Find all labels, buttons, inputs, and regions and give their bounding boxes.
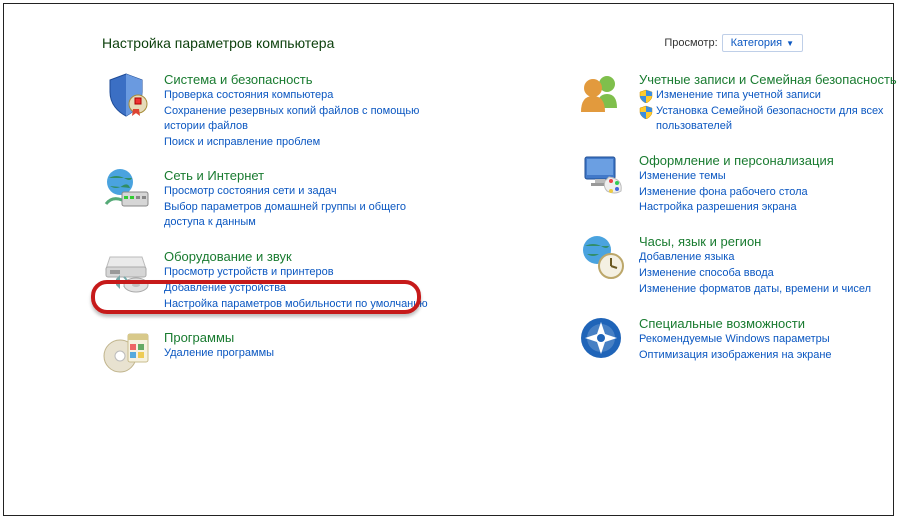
category-title[interactable]: Система и безопасность	[164, 72, 447, 87]
category-ease: Специальные возможности Рекомендуемые Wi…	[577, 314, 897, 364]
uac-shield-icon	[639, 105, 653, 119]
category-body: Система и безопасность Проверка состояни…	[164, 70, 447, 150]
category-link[interactable]: Рекомендуемые Windows параметры	[639, 332, 897, 347]
category-link[interactable]: Настройка разрешения экрана	[639, 200, 897, 215]
clock-region-icon	[577, 232, 625, 280]
category-link[interactable]: Просмотр состояния сети и задач	[164, 184, 447, 199]
category-link[interactable]: Оптимизация изображения на экране	[639, 348, 897, 363]
category-link[interactable]: Просмотр устройств и принтеров	[164, 265, 447, 280]
category-link[interactable]: Установка Семейной безопасности для всех…	[639, 104, 897, 134]
category-body: Оборудование и звук Просмотр устройств и…	[164, 247, 447, 313]
category-title[interactable]: Часы, язык и регион	[639, 234, 897, 249]
category-link[interactable]: Удаление программы	[164, 346, 447, 361]
right-column: Учетные записи и Семейная безопасность И…	[577, 70, 897, 392]
category-link[interactable]: Изменение темы	[639, 169, 897, 184]
category-body: Оформление и персонализация Изменение те…	[639, 151, 897, 217]
category-body: Часы, язык и регион Добавление языка Изм…	[639, 232, 897, 298]
category-link[interactable]: Сохранение резервных копий файлов с помо…	[164, 104, 447, 134]
programs-icon	[102, 328, 150, 376]
category-link[interactable]: Выбор параметров домашней группы и общег…	[164, 200, 447, 230]
system-security-icon	[102, 70, 150, 118]
category-network: Сеть и Интернет Просмотр состояния сети …	[102, 166, 447, 231]
network-internet-icon	[102, 166, 150, 214]
user-accounts-icon	[577, 70, 625, 118]
category-clock: Часы, язык и регион Добавление языка Изм…	[577, 232, 897, 298]
view-value: Категория	[731, 37, 782, 49]
category-title[interactable]: Специальные возможности	[639, 316, 897, 331]
category-title[interactable]: Сеть и Интернет	[164, 168, 447, 183]
category-link[interactable]: Изменение форматов даты, времени и чисел	[639, 282, 897, 297]
appearance-icon	[577, 151, 625, 199]
category-title[interactable]: Программы	[164, 330, 447, 345]
category-link[interactable]: Поиск и исправление проблем	[164, 135, 447, 150]
category-link[interactable]: Изменение фона рабочего стола	[639, 185, 897, 200]
page-title: Настройка параметров компьютера	[102, 35, 334, 51]
category-appearance: Оформление и персонализация Изменение те…	[577, 151, 897, 217]
category-body: Сеть и Интернет Просмотр состояния сети …	[164, 166, 447, 231]
uac-shield-icon	[639, 89, 653, 103]
category-system: Система и безопасность Проверка состояни…	[102, 70, 447, 150]
view-control: Просмотр: Категория ▼	[664, 34, 803, 52]
category-programs: Программы Удаление программы	[102, 328, 447, 376]
view-label: Просмотр:	[664, 37, 717, 49]
left-column: Система и безопасность Проверка состояни…	[102, 70, 447, 392]
window-frame: Настройка параметров компьютера Просмотр…	[3, 3, 894, 516]
category-link[interactable]: Изменение типа учетной записи	[639, 88, 897, 103]
category-link[interactable]: Добавление устройства	[164, 281, 447, 296]
category-body: Программы Удаление программы	[164, 328, 447, 362]
category-link[interactable]: Изменение способа ввода	[639, 266, 897, 281]
hardware-sound-icon	[102, 247, 150, 295]
category-link[interactable]: Добавление языка	[639, 250, 897, 265]
category-title[interactable]: Учетные записи и Семейная безопасность	[639, 72, 897, 87]
categories-container: Система и безопасность Проверка состояни…	[4, 70, 893, 392]
chevron-down-icon: ▼	[786, 39, 794, 48]
category-title[interactable]: Оборудование и звук	[164, 249, 447, 264]
category-link[interactable]: Настройка параметров мобильности по умол…	[164, 297, 447, 312]
category-body: Специальные возможности Рекомендуемые Wi…	[639, 314, 897, 364]
category-hardware: Оборудование и звук Просмотр устройств и…	[102, 247, 447, 313]
view-dropdown[interactable]: Категория ▼	[722, 34, 803, 52]
category-users: Учетные записи и Семейная безопасность И…	[577, 70, 897, 135]
category-link[interactable]: Проверка состояния компьютера	[164, 88, 447, 103]
category-title[interactable]: Оформление и персонализация	[639, 153, 897, 168]
ease-of-access-icon	[577, 314, 625, 362]
category-body: Учетные записи и Семейная безопасность И…	[639, 70, 897, 135]
header-bar: Настройка параметров компьютера Просмотр…	[4, 4, 893, 70]
